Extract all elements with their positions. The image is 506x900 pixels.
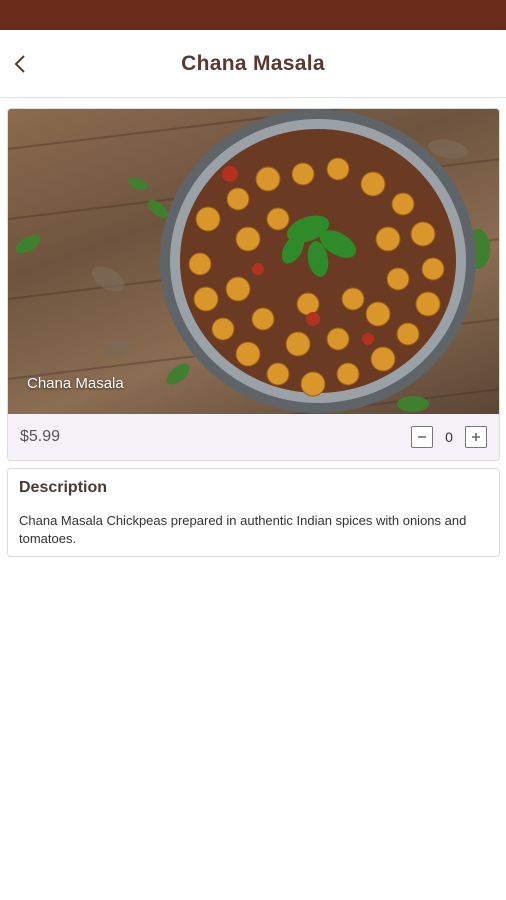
decrement-button[interactable] [411,426,433,448]
page-title: Chana Masala [181,51,325,75]
description-text: Chana Masala Chickpeas prepared in authe… [19,513,467,546]
item-image: Chana Masala [8,109,499,414]
quantity-stepper: 0 [411,426,487,448]
back-button[interactable] [6,47,34,81]
plus-icon [472,433,480,441]
app-bar: Chana Masala [0,30,506,98]
status-bar [0,0,506,30]
image-caption: Chana Masala [27,375,124,392]
minus-icon [418,436,426,438]
food-photo [8,109,499,414]
chevron-left-icon [14,54,25,73]
main-content: Chana Masala $5.99 0 Description Chana M… [0,98,506,557]
item-price: $5.99 [20,428,61,445]
item-card: Chana Masala $5.99 0 [7,108,500,461]
price-row: $5.99 0 [8,414,499,460]
increment-button[interactable] [465,426,487,448]
description-card: Description Chana Masala Chickpeas prepa… [7,468,500,557]
description-title: Description [19,479,108,496]
quantity-value: 0 [445,429,453,445]
